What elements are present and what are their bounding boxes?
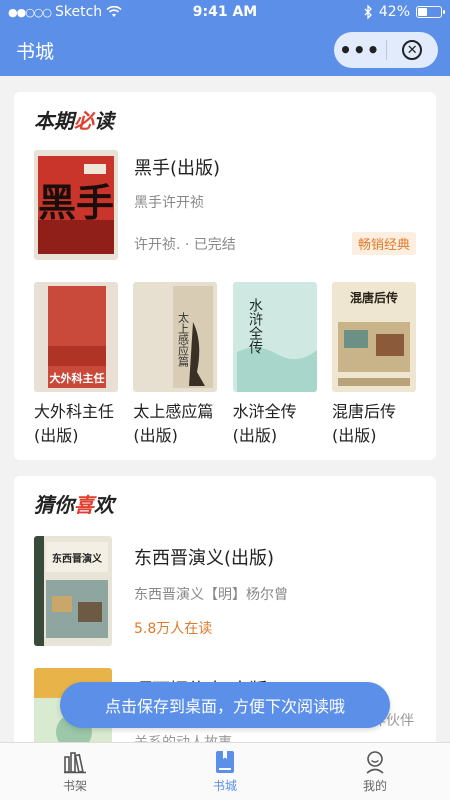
- book-title: 水浒全传 (出版): [232, 402, 297, 445]
- book-item[interactable]: 混唐后传 混唐后传 (出版): [331, 282, 416, 448]
- bestseller-tag: 畅销经典: [351, 232, 416, 255]
- battery-percent: 42%: [378, 4, 410, 20]
- svg-text:水浒全传: 水浒全传: [247, 298, 263, 354]
- user-icon: [366, 751, 384, 774]
- book-icon: [216, 751, 234, 773]
- cover-dongxijin-image: 东西晋演义: [34, 536, 112, 646]
- book-title: 东西晋演义(出版): [134, 548, 275, 569]
- section-title: 猜你喜欢: [34, 493, 114, 517]
- tab-bar: 书架 书城 我的: [0, 742, 450, 800]
- book-item[interactable]: 水浒全传 水浒全传 (出版): [232, 282, 317, 448]
- list-item[interactable]: 东西晋演义 东西晋演义(出版) 东西晋演义【明】杨尔曾 5.8万人在读: [34, 536, 416, 652]
- main-content[interactable]: 本期必读 黑手 黑手(出版) 黑手许开祯 许开祯. · 已完结 畅销经典 大外科…: [0, 76, 450, 742]
- cover-huntang-image: 混唐后传: [331, 282, 416, 392]
- book-subtitle: 黑手许开祯: [134, 195, 204, 211]
- tab-mine[interactable]: 我的: [300, 743, 450, 800]
- wifi-icon: [106, 6, 122, 17]
- bookshelf-icon: [64, 752, 86, 774]
- featured-book[interactable]: 黑手 黑手(出版) 黑手许开祯 许开祯. · 已完结 畅销经典: [34, 150, 416, 264]
- book-cover[interactable]: 黑手: [34, 150, 118, 260]
- book-item[interactable]: 大外科主任 大外科主任 (出版): [34, 282, 118, 448]
- tab-label: 书城: [212, 779, 237, 793]
- carrier-label: Sketch: [55, 4, 103, 20]
- close-icon: ✕: [402, 40, 423, 60]
- book-author-status: 许开祯. · 已完结: [134, 236, 236, 253]
- book-subtitle: 东西晋演义【明】杨尔曾: [134, 587, 288, 603]
- book-cover[interactable]: 混唐后传: [331, 282, 416, 392]
- cover-taishang-image: 太上感应篇: [133, 282, 218, 392]
- signal-icon: ●●○○○: [8, 5, 52, 19]
- bluetooth-icon: [364, 5, 372, 19]
- book-title: 黑手(出版): [134, 158, 221, 179]
- book-title: 混唐后传 (出版): [331, 402, 396, 445]
- must-read-section: 本期必读 黑手 黑手(出版) 黑手许开祯 许开祯. · 已完结 畅销经典 大外科…: [14, 92, 436, 460]
- save-to-desktop-toast[interactable]: 点击保存到桌面，方便下次阅读哦: [60, 682, 390, 728]
- tab-label: 书架: [62, 779, 87, 793]
- navbar: 书城 ••• ✕: [0, 24, 450, 76]
- tab-label: 我的: [362, 779, 387, 793]
- book-cover[interactable]: 太上感应篇: [133, 282, 218, 392]
- book-title: 太上感应篇 (出版): [133, 402, 214, 445]
- book-cover[interactable]: 大外科主任: [34, 282, 118, 392]
- mini-program-capsule: ••• ✕: [334, 32, 438, 68]
- svg-text:东西晋演义: 东西晋演义: [52, 552, 103, 565]
- svg-text:混唐后传: 混唐后传: [350, 290, 398, 305]
- readers-count: 5.8万人在读: [134, 621, 213, 637]
- book-item[interactable]: 太上感应篇 太上感应篇 (出版): [133, 282, 218, 448]
- svg-text:太上感应篇: 太上感应篇: [177, 312, 190, 368]
- svg-text:黑手: 黑手: [38, 180, 114, 225]
- status-bar: ●●○○○ Sketch 9:41 AM 42%: [0, 0, 450, 24]
- book-cover[interactable]: 水浒全传: [232, 282, 317, 392]
- cover-shuihu-image: 水浒全传: [232, 282, 317, 392]
- battery-icon: [416, 6, 445, 18]
- book-title: 大外科主任 (出版): [34, 402, 115, 445]
- svg-text:大外科主任: 大外科主任: [50, 371, 105, 385]
- cover-dawaike-image: 大外科主任: [34, 282, 118, 392]
- section-title: 本期必读: [34, 109, 114, 133]
- cover-heishou-image: 黑手: [34, 150, 118, 260]
- book-grid: 大外科主任 大外科主任 (出版) 太上感应篇 太上感应篇 (出版) 水浒全传 水…: [34, 282, 416, 448]
- tab-bookstore[interactable]: 书城: [150, 743, 300, 800]
- close-button[interactable]: ✕: [387, 40, 439, 60]
- status-time: 9:41 AM: [192, 4, 258, 20]
- tab-bookshelf[interactable]: 书架: [0, 743, 150, 800]
- book-cover[interactable]: 东西晋演义: [34, 536, 112, 646]
- more-button[interactable]: •••: [334, 32, 386, 68]
